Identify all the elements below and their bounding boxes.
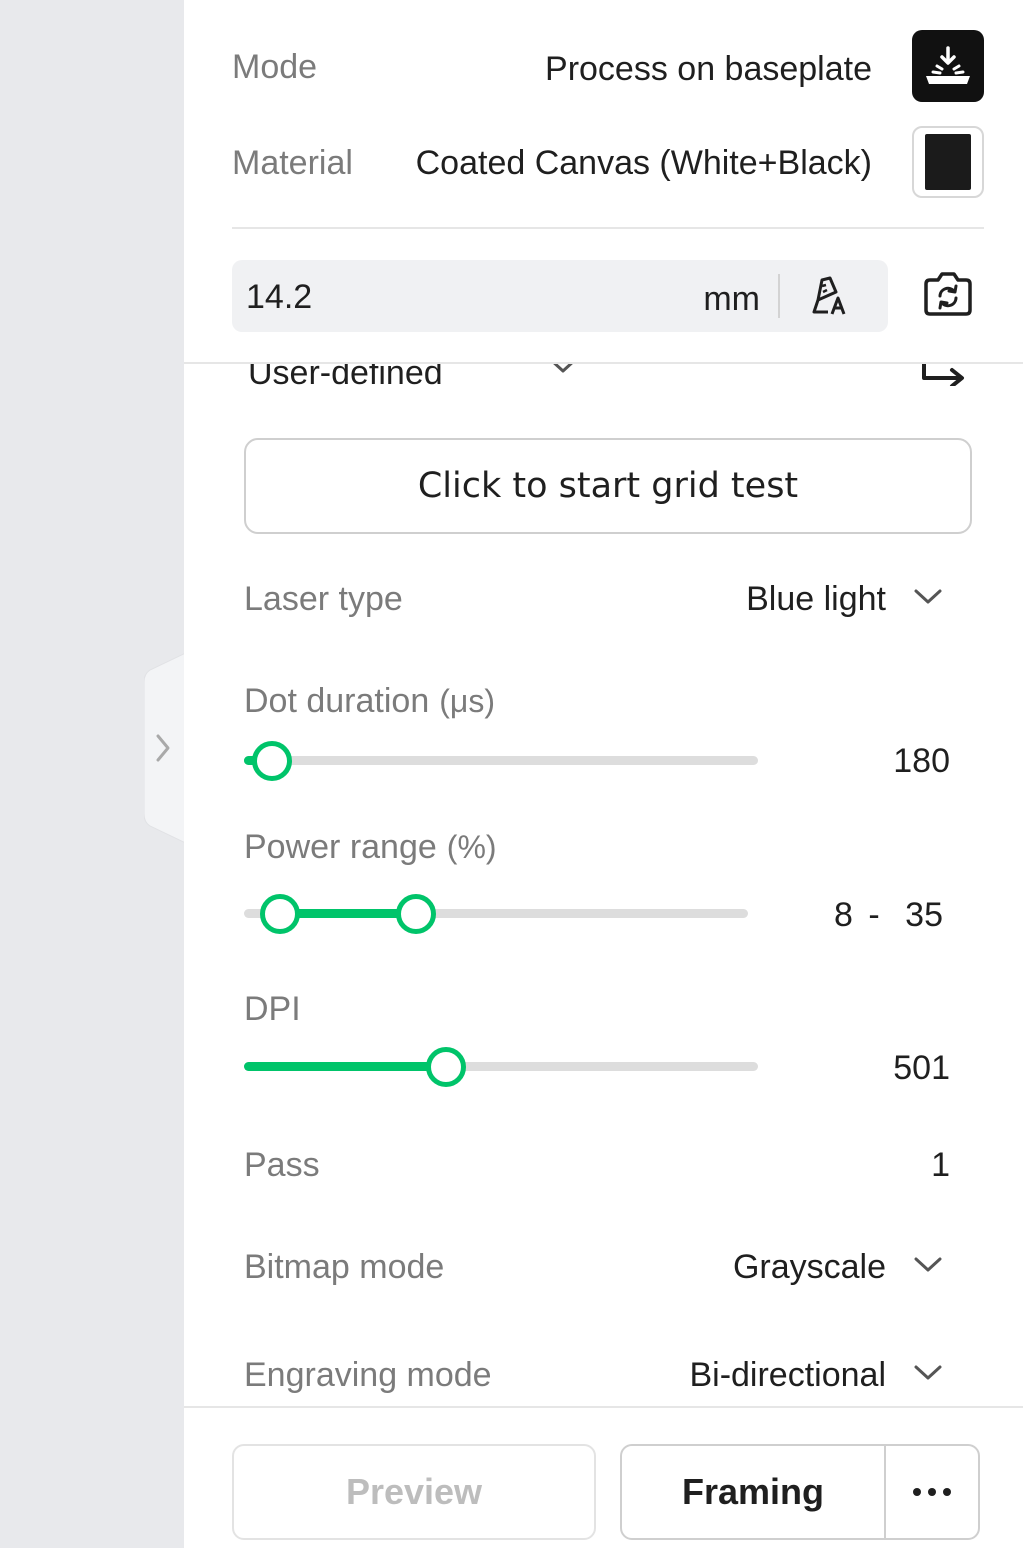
power-range-header: Power range (%) xyxy=(244,828,944,876)
slider-knob-low[interactable] xyxy=(260,894,300,934)
settings-panel: Mode Process on baseplate Material Coate… xyxy=(184,0,1023,1548)
engraving-mode-value: Bi-directional xyxy=(689,1356,886,1394)
chevron-down-icon xyxy=(914,1257,942,1272)
height-unit: mm xyxy=(703,280,760,318)
auto-measure-icon xyxy=(812,276,846,315)
preset-select[interactable]: User-defined xyxy=(248,364,968,404)
chevron-down-icon xyxy=(914,1365,942,1380)
slider-knob[interactable] xyxy=(426,1047,466,1087)
material-row: Material Coated Canvas (White+Black) xyxy=(232,124,984,198)
laser-type-row[interactable]: Laser type Blue light xyxy=(244,580,944,628)
height-field[interactable]: 14.2 mm xyxy=(232,260,888,332)
camera-refresh-icon xyxy=(924,272,972,316)
mode-button[interactable] xyxy=(912,30,984,102)
power-range-values[interactable]: 8 - 35 xyxy=(834,896,974,935)
pass-value[interactable]: 1 xyxy=(931,1146,950,1185)
pass-label: Pass xyxy=(244,1146,320,1184)
camera-refresh-button[interactable] xyxy=(920,270,976,320)
slider-knob[interactable] xyxy=(252,741,292,781)
grid-test-button[interactable]: Click to start grid test xyxy=(244,438,972,534)
dot-duration-value[interactable]: 180 xyxy=(874,742,950,781)
material-swatch xyxy=(925,134,971,190)
field-separator xyxy=(778,274,780,318)
slider-knob-high[interactable] xyxy=(396,894,436,934)
pass-row: Pass 1 xyxy=(244,1146,950,1194)
preview-button[interactable]: Preview xyxy=(232,1444,596,1540)
slider-fill xyxy=(244,1062,446,1071)
material-label: Material xyxy=(232,144,353,182)
height-input[interactable]: 14.2 xyxy=(246,278,312,317)
laser-type-value: Blue light xyxy=(746,580,886,618)
chevron-down-icon xyxy=(553,364,573,373)
dpi-slider[interactable] xyxy=(244,1047,758,1087)
power-range-label: Power range xyxy=(244,828,437,866)
export-arrow-icon[interactable] xyxy=(918,364,970,386)
bitmap-mode-label: Bitmap mode xyxy=(244,1248,445,1286)
framing-button[interactable]: Framing xyxy=(622,1446,884,1538)
mode-value[interactable]: Process on baseplate xyxy=(545,50,872,89)
material-value[interactable]: Coated Canvas (White+Black) xyxy=(416,144,872,183)
dot-duration-slider[interactable] xyxy=(244,741,758,781)
slider-track xyxy=(244,756,758,765)
more-options-button[interactable] xyxy=(886,1446,978,1538)
chevron-down-icon xyxy=(914,589,942,604)
bitmap-mode-value: Grayscale xyxy=(732,1248,886,1286)
engraving-mode-label: Engraving mode xyxy=(244,1356,492,1394)
dot-duration-label: Dot duration xyxy=(244,682,430,720)
mode-row: Mode Process on baseplate xyxy=(232,30,984,102)
dot-duration-unit: (μs) xyxy=(439,683,495,719)
mode-label: Mode xyxy=(232,48,318,86)
auto-measure-button[interactable] xyxy=(808,274,852,318)
engraving-mode-row[interactable]: Engraving mode Bi-directional xyxy=(244,1356,944,1404)
dpi-value[interactable]: 501 xyxy=(874,1049,950,1088)
power-range-unit: (%) xyxy=(446,829,497,865)
framing-split-button: Framing xyxy=(620,1444,980,1540)
preset-value: User-defined xyxy=(248,364,443,392)
power-range-separator: - xyxy=(868,896,880,934)
power-range-low-value[interactable]: 8 xyxy=(834,896,853,934)
dpi-header: DPI xyxy=(244,990,944,1038)
laser-baseplate-icon xyxy=(926,46,970,84)
divider xyxy=(184,1406,1023,1408)
divider xyxy=(232,227,984,229)
material-swatch-button[interactable] xyxy=(912,126,984,198)
scrollable-settings[interactable]: User-defined Click to start grid test La… xyxy=(184,364,1023,1406)
power-range-high-value[interactable]: 35 xyxy=(905,896,943,934)
power-range-slider[interactable] xyxy=(244,894,748,934)
laser-type-label: Laser type xyxy=(244,580,403,618)
dpi-label: DPI xyxy=(244,990,301,1028)
more-dots-icon xyxy=(913,1488,951,1496)
dot-duration-header: Dot duration (μs) xyxy=(244,682,944,730)
bitmap-mode-row[interactable]: Bitmap mode Grayscale xyxy=(244,1248,944,1296)
